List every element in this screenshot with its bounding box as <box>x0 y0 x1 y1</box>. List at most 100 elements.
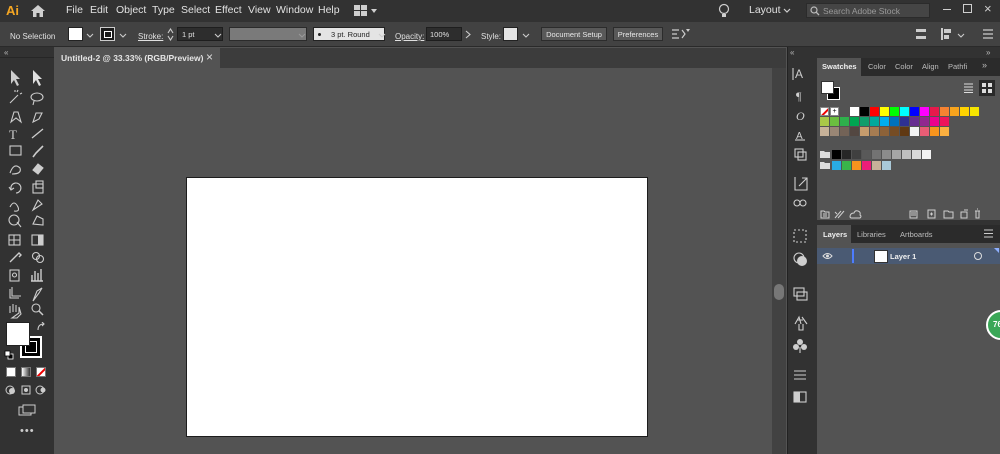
fill-color-swatch[interactable] <box>68 27 83 41</box>
color-swatch[interactable] <box>910 107 919 116</box>
color-swatch[interactable] <box>910 127 919 136</box>
tab-pathfinder[interactable]: Pathfi <box>948 62 967 71</box>
color-swatch[interactable] <box>880 107 889 116</box>
color-swatch[interactable] <box>880 127 889 136</box>
menu-window[interactable]: Window <box>276 4 313 16</box>
default-colors-icon[interactable] <box>4 350 14 360</box>
stroke-dropdown-chevron-icon[interactable] <box>119 33 127 38</box>
swatch-registration[interactable]: + <box>830 107 839 116</box>
tab-color[interactable]: Color <box>868 62 886 71</box>
gray-swatch[interactable] <box>902 150 911 159</box>
menu-type[interactable]: Type <box>152 4 175 16</box>
brush-chevron-icon[interactable] <box>378 33 386 38</box>
workspace-layout-label[interactable]: Layout <box>749 4 781 16</box>
vertical-scrollbar[interactable] <box>772 68 786 454</box>
menu-help[interactable]: Help <box>318 4 340 16</box>
group-swatch[interactable] <box>862 161 871 170</box>
chevron-down-icon[interactable] <box>783 8 791 14</box>
gray-swatch[interactable] <box>882 150 891 159</box>
minimize-icon[interactable] <box>943 1 951 10</box>
layer-target-icon[interactable] <box>974 252 982 260</box>
arrange-panel-icon[interactable] <box>940 27 954 41</box>
swatches-more-icon[interactable]: » <box>982 60 987 70</box>
swatch-panel-footer-icons[interactable] <box>820 208 980 220</box>
group-swatch[interactable] <box>882 161 891 170</box>
color-swatch[interactable] <box>870 117 879 126</box>
tab-layers[interactable]: Layers <box>823 230 847 239</box>
color-swatch[interactable] <box>830 127 839 136</box>
swap-colors-icon[interactable] <box>36 322 46 332</box>
swatch-none[interactable] <box>820 107 829 116</box>
panel-chevron-icon[interactable] <box>957 33 965 38</box>
opacity-label[interactable]: Opacity: <box>395 32 424 41</box>
gray-swatch[interactable] <box>872 150 881 159</box>
tab-artboards[interactable]: Artboards <box>900 230 933 239</box>
color-swatch[interactable] <box>840 127 849 136</box>
color-swatch[interactable] <box>930 107 939 116</box>
menu-file[interactable]: File <box>66 4 83 16</box>
color-swatch[interactable] <box>940 117 949 126</box>
group-swatch[interactable] <box>842 161 851 170</box>
fill-color-indicator[interactable] <box>6 322 30 346</box>
gray-swatch[interactable] <box>892 150 901 159</box>
thumbnail-view-button[interactable] <box>979 80 995 96</box>
opacity-chevron-right-icon[interactable] <box>465 30 471 39</box>
color-swatch[interactable] <box>910 117 919 126</box>
document-setup-button[interactable]: Document Setup <box>541 27 607 41</box>
layer-row[interactable]: Layer 1 <box>817 248 1000 264</box>
restore-icon[interactable] <box>963 4 972 13</box>
none-mode-button[interactable] <box>36 367 46 377</box>
close-window-icon[interactable]: × <box>984 1 992 16</box>
scrollbar-thumb[interactable] <box>774 284 784 300</box>
color-swatch[interactable] <box>860 117 869 126</box>
color-swatch[interactable] <box>970 107 979 116</box>
graphic-style-swatch[interactable] <box>503 27 518 41</box>
draw-mode-icons[interactable] <box>5 384 49 396</box>
tab-color-guide[interactable]: Color <box>895 62 913 71</box>
style-chevron-icon[interactable] <box>522 33 530 38</box>
color-swatch[interactable] <box>870 127 879 136</box>
tab-libraries[interactable]: Libraries <box>857 230 886 239</box>
swatch-fill-indicator[interactable] <box>821 81 834 94</box>
group-swatch[interactable] <box>852 161 861 170</box>
color-swatch[interactable] <box>860 127 869 136</box>
color-swatch[interactable] <box>890 127 899 136</box>
lightbulb-icon[interactable] <box>718 3 730 18</box>
layers-panel-menu-icon[interactable] <box>983 229 994 238</box>
color-swatch[interactable] <box>820 117 829 126</box>
color-swatch[interactable] <box>930 117 939 126</box>
color-swatch[interactable] <box>830 117 839 126</box>
gray-swatch[interactable] <box>832 150 841 159</box>
gray-swatch[interactable] <box>912 150 921 159</box>
gradient-mode-button[interactable] <box>21 367 31 377</box>
fill-dropdown-chevron-icon[interactable] <box>86 33 94 38</box>
document-tab[interactable]: Untitled-2 @ 33.33% (RGB/Preview) × <box>54 48 220 68</box>
quick-actions-icon[interactable] <box>671 28 691 40</box>
tab-align[interactable]: Align <box>922 62 939 71</box>
screen-mode-icon[interactable] <box>18 404 36 416</box>
arrange-documents-icon[interactable] <box>354 5 378 17</box>
color-swatch[interactable] <box>920 127 929 136</box>
panel-menu-icon[interactable] <box>982 29 994 39</box>
stock-search-input[interactable]: Search Adobe Stock <box>806 3 930 18</box>
color-swatch[interactable] <box>840 117 849 126</box>
opacity-field[interactable]: 100% <box>426 27 462 41</box>
preferences-button[interactable]: Preferences <box>613 27 663 41</box>
more-tools-icon[interactable]: ••• <box>20 425 35 437</box>
color-mode-button[interactable] <box>6 367 16 377</box>
home-icon[interactable] <box>30 4 46 18</box>
menu-effect[interactable]: Effect <box>215 4 242 16</box>
color-swatch[interactable] <box>890 117 899 126</box>
group-swatch[interactable] <box>832 161 841 170</box>
color-swatch[interactable] <box>850 117 859 126</box>
eye-visibility-icon[interactable] <box>822 252 833 260</box>
menu-edit[interactable]: Edit <box>90 4 108 16</box>
stroke-weight-chevron-icon[interactable] <box>214 33 222 38</box>
color-swatch[interactable] <box>880 117 889 126</box>
color-swatch[interactable] <box>960 107 969 116</box>
panel-icons[interactable]: A ¶ O A <box>787 62 814 412</box>
color-swatch[interactable] <box>940 127 949 136</box>
color-swatch[interactable] <box>900 107 909 116</box>
color-swatch[interactable] <box>950 107 959 116</box>
menu-object[interactable]: Object <box>116 4 146 16</box>
